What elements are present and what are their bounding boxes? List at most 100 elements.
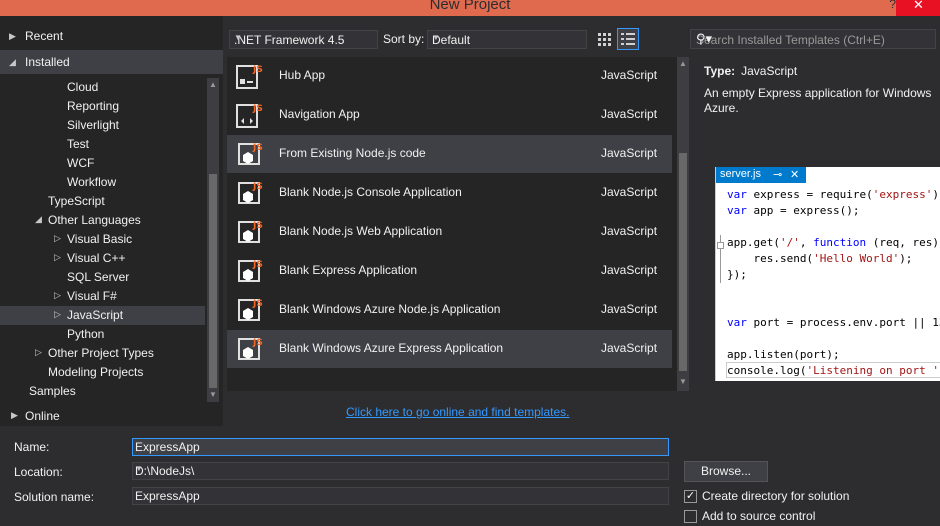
tree-item-sql-server[interactable]: SQL Server [67,268,129,287]
template-row-express[interactable]: JS Blank Express Application JavaScript [227,252,672,290]
tree-item-reporting[interactable]: Reporting [67,97,119,116]
dropdown-arrow-icon[interactable]: ▼ [135,464,665,473]
template-name: From Existing Node.js code [279,146,426,160]
tree-item-other-project-types[interactable]: ▷ Other Project Types [35,344,154,363]
tree-item-modeling-projects[interactable]: Modeling Projects [48,363,143,382]
scroll-down-icon[interactable]: ▼ [679,377,687,386]
nodejs-template-icon: JS [238,143,263,165]
tree-item-visual-basic[interactable]: ▷ Visual Basic [54,230,132,249]
dropdown-arrow-icon: ▼ [234,33,242,42]
name-field[interactable]: ExpressApp [132,438,669,456]
svg-text:JS: JS [252,182,263,192]
pin-icon: ⊸ [773,169,783,181]
title-bar: New Project ? ✕ [0,0,940,16]
tree-item-wcf[interactable]: WCF [67,154,94,173]
expand-arrow-icon[interactable]: ▷ [54,290,61,301]
svg-text:JS: JS [252,143,263,153]
online-label: Online [25,409,60,423]
template-language: JavaScript [601,302,658,316]
dropdown-arrow-icon: ▼ [432,33,440,42]
template-row-navigation-app[interactable]: JS Navigation App JavaScript [227,96,672,134]
template-language: JavaScript [601,185,658,199]
small-icons-view-button[interactable] [593,28,615,50]
outline-collapse-icon [717,242,724,249]
expand-arrow-icon[interactable]: ▶ [9,31,16,42]
framework-dropdown[interactable]: .NET Framework 4.5 ▼ [229,30,378,49]
tree-item-other-languages[interactable]: ◢ Other Languages [35,211,141,230]
tree-item-visual-fsharp[interactable]: ▷ Visual F# [54,287,117,306]
close-icon: ✕ [913,0,924,12]
template-description: An empty Express application for Windows… [704,86,932,115]
collapse-arrow-icon[interactable]: ◢ [35,214,42,225]
search-icon[interactable]: ⚲▾ [696,31,929,47]
template-row-azure-nodejs[interactable]: JS Blank Windows Azure Node.js Applicati… [227,291,672,329]
grid-icon [598,33,611,46]
solution-name-label: Solution name: [14,490,95,504]
tree-item-silverlight[interactable]: Silverlight [67,116,119,135]
help-button[interactable]: ? [889,0,896,11]
nodejs-template-icon: JS [238,338,263,360]
tree-scroll-thumb[interactable] [209,174,217,388]
tree-item-typescript[interactable]: TypeScript [48,192,105,211]
window-title: New Project [429,0,511,13]
installed-node[interactable]: ◢ Installed [0,50,223,74]
search-input[interactable]: Search Installed Templates (Ctrl+E) ⚲▾ [690,29,936,49]
tree-item-visual-cpp[interactable]: ▷ Visual C++ [54,249,125,268]
svg-text:JS: JS [252,299,263,309]
expand-arrow-icon[interactable]: ▷ [35,347,42,358]
template-name: Blank Node.js Web Application [279,224,443,238]
svg-text:JS: JS [252,104,263,114]
template-row-nodejs-console[interactable]: JS Blank Node.js Console Application Jav… [227,174,672,212]
solution-name-field[interactable]: ExpressApp [132,487,669,505]
hub-app-icon: JS [236,65,263,89]
navigation-app-icon: JS [236,104,263,128]
code-preview: server.js ⊸ ✕ var express = require('exp… [715,167,940,381]
preview-tab: server.js ⊸ ✕ [716,167,806,183]
expand-arrow-icon[interactable]: ▷ [54,233,61,244]
tree-item-cloud[interactable]: Cloud [67,78,98,97]
tree-item-workflow[interactable]: Workflow [67,173,116,192]
source-control-checkbox[interactable] [684,510,697,523]
template-row-azure-express[interactable]: JS Blank Windows Azure Express Applicati… [227,330,672,368]
scroll-down-icon[interactable]: ▼ [209,390,217,399]
list-view-button[interactable] [617,28,639,50]
category-tree: Cloud Reporting Silverlight Test WCF Wor… [0,78,205,398]
expand-arrow-icon[interactable]: ▷ [54,309,61,320]
online-node[interactable]: ▶ Online [0,402,223,426]
tree-item-samples[interactable]: Samples [29,382,76,398]
expand-arrow-icon[interactable]: ▷ [54,252,61,263]
list-scroll-thumb[interactable] [679,153,687,371]
template-row-existing-nodejs[interactable]: JS From Existing Node.js code JavaScript [227,135,672,173]
template-name: Blank Express Application [279,263,418,277]
sort-dropdown[interactable]: Default ▼ [427,30,587,49]
online-templates-link[interactable]: Click here to go online and find templat… [346,405,569,419]
recent-node[interactable]: ▶ Recent [0,24,223,48]
location-field[interactable]: D:\NodeJs\ ▼ [132,462,669,480]
scroll-up-icon[interactable]: ▲ [679,59,687,68]
recent-label: Recent [25,29,64,43]
close-button[interactable]: ✕ [896,0,940,16]
expand-arrow-icon[interactable]: ▶ [11,410,18,421]
source-control-label: Add to source control [702,509,816,523]
create-directory-label: Create directory for solution [702,489,850,503]
name-value: ExpressApp [135,440,200,454]
scroll-up-icon[interactable]: ▲ [209,80,217,89]
template-row-nodejs-web[interactable]: JS Blank Node.js Web Application JavaScr… [227,213,672,251]
template-list: JS Hub App JavaScript JS Navigation App … [227,57,678,391]
tree-item-test[interactable]: Test [67,135,89,154]
collapse-arrow-icon[interactable]: ◢ [9,57,16,68]
type-value: JavaScript [741,64,798,78]
template-row-hub-app[interactable]: JS Hub App JavaScript [227,57,672,95]
tree-scrollbar[interactable]: ▲ ▼ [207,78,219,402]
template-type: Type: JavaScript [704,64,797,78]
tree-item-javascript[interactable]: ▷ JavaScript [0,306,205,325]
template-language: JavaScript [601,68,658,82]
template-language: JavaScript [601,341,658,355]
browse-button[interactable]: Browse... [684,461,768,482]
template-list-scrollbar[interactable]: ▲ ▼ [677,57,689,391]
create-directory-checkbox[interactable]: ✓ [684,490,697,503]
code-text: var express = require('express'); var ap… [727,188,940,377]
tree-item-python[interactable]: Python [67,325,104,344]
nodejs-template-icon: JS [238,260,263,282]
type-label: Type: [704,64,736,78]
